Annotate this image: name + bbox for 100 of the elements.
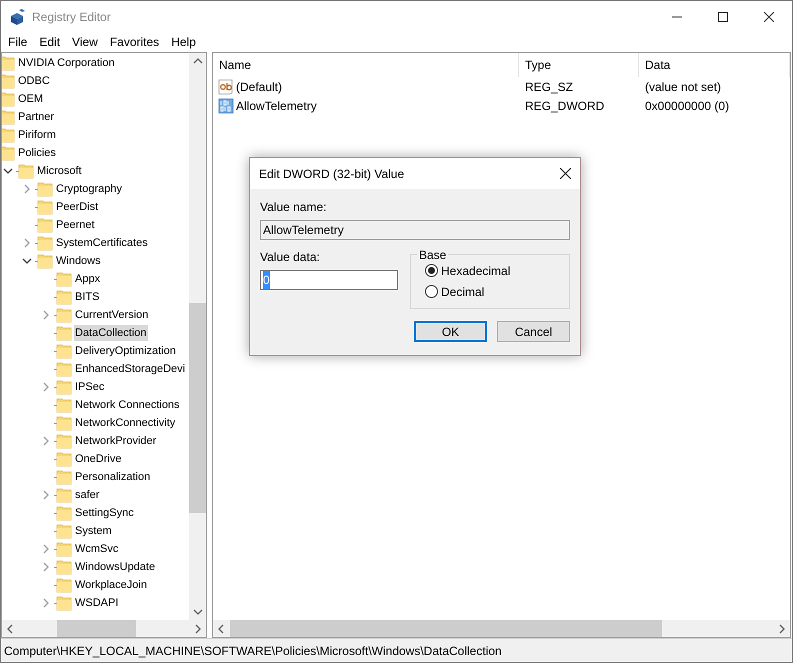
tree-item[interactable]: System bbox=[38, 522, 113, 540]
scrollbar-thumb[interactable] bbox=[57, 620, 136, 637]
tree-item[interactable]: SettingSync bbox=[38, 504, 135, 522]
tree-item[interactable]: CurrentVersion bbox=[38, 306, 150, 324]
dialog-button[interactable]: Cancel bbox=[497, 321, 570, 342]
tree-item[interactable]: BITS bbox=[38, 288, 100, 306]
folder-icon bbox=[56, 343, 72, 359]
tree-item[interactable]: IPSec bbox=[38, 378, 106, 396]
column-header[interactable]: Name bbox=[213, 53, 519, 77]
tree-item[interactable]: Cryptography bbox=[19, 180, 124, 198]
tree-item-label: OneDrive bbox=[74, 452, 122, 467]
tree-item-label: OEM bbox=[17, 92, 44, 107]
tree-item-label: System bbox=[74, 524, 113, 539]
scrollbar-thumb[interactable] bbox=[189, 303, 206, 513]
chevron-right-icon[interactable] bbox=[23, 184, 31, 194]
tree-item-label: WcmSvc bbox=[74, 542, 120, 557]
tree-item-label: WSDAPI bbox=[74, 596, 120, 611]
chevron-right-icon[interactable] bbox=[42, 310, 50, 320]
maximize-icon bbox=[718, 12, 728, 22]
tree-item[interactable]: WorkplaceJoin bbox=[38, 576, 148, 594]
value-name-field[interactable]: AllowTelemetry bbox=[260, 220, 570, 240]
column-header[interactable]: Type bbox=[519, 53, 639, 77]
chevron-right-icon[interactable] bbox=[42, 382, 50, 392]
tree-item[interactable]: Appx bbox=[38, 270, 102, 288]
folder-icon bbox=[37, 199, 53, 215]
value-name: (Default) bbox=[236, 78, 282, 96]
tree-item[interactable]: EnhancedStorageDevi bbox=[38, 360, 186, 378]
tree-item[interactable]: NetworkProvider bbox=[38, 432, 158, 450]
dialog-button[interactable]: OK bbox=[414, 321, 487, 342]
column-header[interactable]: Data bbox=[639, 53, 790, 77]
tree-item[interactable]: DataCollection bbox=[38, 324, 148, 342]
menu-item[interactable]: View bbox=[67, 32, 103, 50]
chevron-down-icon[interactable] bbox=[3, 167, 13, 175]
tree-item-label: NetworkConnectivity bbox=[74, 416, 176, 431]
tree-item[interactable]: Microsoft bbox=[2, 162, 83, 180]
tree-item-label: Windows bbox=[55, 254, 102, 269]
folder-icon bbox=[37, 217, 53, 233]
horizontal-scrollbar[interactable] bbox=[213, 620, 790, 637]
tree-item[interactable]: Peernet bbox=[19, 216, 96, 234]
folder-icon bbox=[56, 577, 72, 593]
chevron-right-icon[interactable] bbox=[42, 544, 50, 554]
menu-item[interactable]: Favorites bbox=[104, 32, 164, 50]
folder-icon bbox=[56, 289, 72, 305]
folder-icon bbox=[56, 559, 72, 575]
tree-item-label: CurrentVersion bbox=[74, 308, 150, 323]
menu-item[interactable]: File bbox=[3, 32, 32, 50]
menu-item[interactable]: Edit bbox=[34, 32, 66, 50]
tree-item[interactable]: WindowsUpdate bbox=[38, 558, 156, 576]
tree-item[interactable]: OneDrive bbox=[38, 450, 122, 468]
folder-icon bbox=[56, 307, 72, 323]
tree-item[interactable]: safer bbox=[38, 486, 100, 504]
tree-item[interactable]: Piriform bbox=[2, 126, 57, 144]
chevron-right-icon[interactable] bbox=[23, 238, 31, 248]
horizontal-scrollbar[interactable] bbox=[2, 620, 206, 637]
field-label: Value name: bbox=[260, 199, 328, 216]
tree-item-label: IPSec bbox=[74, 380, 106, 395]
tree-item[interactable]: WSDAPI bbox=[38, 594, 120, 612]
tree-item-label: Microsoft bbox=[36, 164, 83, 179]
tree-item[interactable]: Policies bbox=[2, 144, 57, 162]
tree-item-label: DeliveryOptimization bbox=[74, 344, 177, 359]
chevron-right-icon[interactable] bbox=[42, 598, 50, 608]
folder-icon bbox=[2, 73, 15, 89]
vertical-scrollbar[interactable] bbox=[189, 53, 206, 620]
chevron-right-icon[interactable] bbox=[42, 436, 50, 446]
tree-item[interactable]: NVIDIA Corporation bbox=[2, 54, 116, 72]
tree-item[interactable]: OEM bbox=[2, 90, 44, 108]
tree-item-label: Appx bbox=[74, 272, 102, 287]
tree-item[interactable]: SystemCertificates bbox=[19, 234, 149, 252]
tree-item-label: Peernet bbox=[55, 218, 96, 233]
tree-item-label: ODBC bbox=[17, 74, 51, 89]
menu-item[interactable]: Help bbox=[166, 32, 201, 50]
folder-icon bbox=[37, 235, 53, 251]
tree-item[interactable]: Partner bbox=[2, 108, 56, 126]
radio-option[interactable]: Decimal bbox=[425, 282, 569, 301]
tree-item[interactable]: WcmSvc bbox=[38, 540, 120, 558]
tree-item[interactable]: NetworkConnectivity bbox=[38, 414, 176, 432]
app-icon bbox=[9, 8, 27, 26]
folder-icon bbox=[2, 91, 15, 107]
value-row[interactable]: AllowTelemetry REG_DWORD 0x00000000 (0) bbox=[213, 96, 790, 115]
tree-item-label: SettingSync bbox=[74, 506, 135, 521]
radio-button[interactable] bbox=[425, 264, 438, 277]
tree-item-label: WindowsUpdate bbox=[74, 560, 156, 575]
chevron-right-icon[interactable] bbox=[42, 490, 50, 500]
value-row[interactable]: (Default) REG_SZ (value not set) bbox=[213, 77, 790, 96]
tree-item[interactable]: Network Connections bbox=[38, 396, 181, 414]
tree-item[interactable]: Personalization bbox=[38, 468, 152, 486]
folder-icon bbox=[2, 109, 15, 125]
scrollbar-thumb[interactable] bbox=[230, 620, 662, 637]
tree-item[interactable]: PeerDist bbox=[19, 198, 100, 216]
tree-item-label: Personalization bbox=[74, 470, 152, 485]
chevron-right-icon[interactable] bbox=[42, 562, 50, 572]
tree-item-label: Policies bbox=[17, 146, 57, 161]
folder-icon bbox=[56, 505, 72, 521]
tree-item-label: BITS bbox=[74, 290, 100, 305]
tree-item[interactable]: ODBC bbox=[2, 72, 51, 90]
radio-button[interactable] bbox=[425, 285, 438, 298]
tree-item[interactable]: Windows bbox=[19, 252, 102, 270]
close-icon bbox=[560, 168, 570, 179]
tree-item[interactable]: DeliveryOptimization bbox=[38, 342, 177, 360]
chevron-down-icon[interactable] bbox=[22, 257, 32, 265]
